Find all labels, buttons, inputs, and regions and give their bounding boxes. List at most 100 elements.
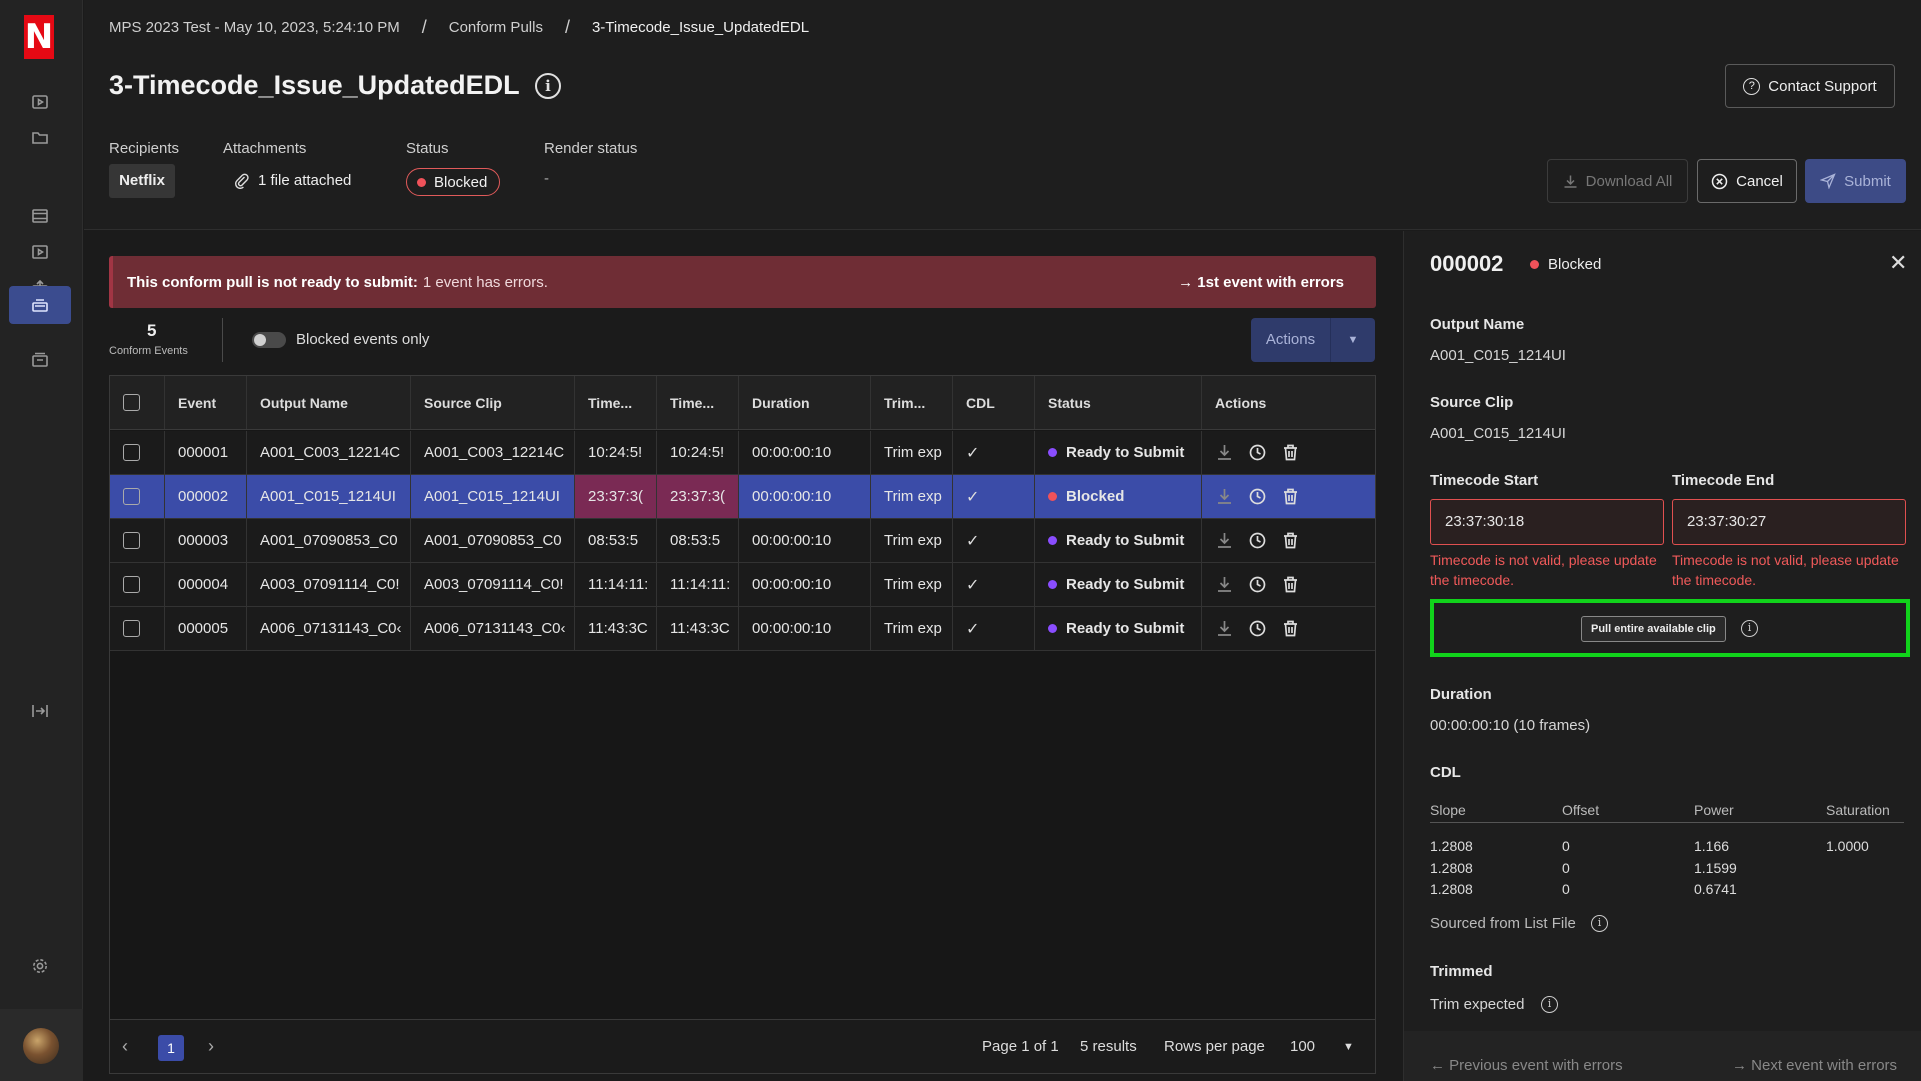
download-icon[interactable] (1215, 575, 1234, 594)
avatar[interactable] (23, 1028, 59, 1064)
cdl-value: 0 (1562, 860, 1570, 876)
media-icon[interactable] (9, 233, 71, 271)
row-checkbox[interactable] (123, 488, 140, 505)
actions-label[interactable]: Actions (1251, 318, 1331, 362)
prev-page-button[interactable]: ‹ (122, 1036, 128, 1057)
table-row-selected[interactable]: 000002 A001_C015_1214UI A001_C015_1214UI… (110, 475, 1375, 519)
attachments-link[interactable]: 1 file attached (234, 172, 351, 189)
film-icon[interactable] (9, 197, 71, 235)
close-icon[interactable]: ✕ (1889, 250, 1907, 276)
table-row[interactable]: 000003 A001_07090853_C0 A001_07090853_C0… (110, 519, 1375, 563)
breadcrumb-project[interactable]: MPS 2023 Test - May 10, 2023, 5:24:10 PM (109, 19, 400, 36)
col-header-timecode-end[interactable]: Time... (657, 376, 739, 429)
cancel-label: Cancel (1736, 172, 1783, 190)
trash-icon[interactable] (1281, 443, 1300, 462)
info-icon[interactable]: i (1591, 915, 1608, 932)
netflix-logo[interactable]: N (24, 15, 54, 59)
col-header-source-clip[interactable]: Source Clip (411, 376, 575, 429)
cell-output-name: A001_C003_12214C (247, 431, 411, 474)
download-icon[interactable] (1215, 443, 1234, 462)
conform-icon[interactable] (9, 286, 71, 324)
pull-entire-clip-button[interactable]: Pull entire available clip (1581, 616, 1726, 642)
row-checkbox[interactable] (123, 444, 140, 461)
cancel-button[interactable]: Cancel (1697, 159, 1797, 203)
cell-trim: Trim exp (871, 431, 953, 474)
submit-button[interactable]: Submit (1805, 159, 1906, 203)
info-icon[interactable]: i (535, 73, 561, 99)
timecode-start-error: Timecode is not valid, please update the… (1430, 552, 1657, 588)
status-text: Ready to Submit (1066, 444, 1185, 461)
col-header-cdl[interactable]: CDL (953, 376, 1035, 429)
chevron-down-icon[interactable]: ▼ (1343, 1041, 1354, 1053)
cell-output-name: A003_07091114_C0! (247, 563, 411, 606)
trash-icon[interactable] (1281, 487, 1300, 506)
cell-timecode-start: 11:14:11: (575, 563, 657, 606)
settings-icon[interactable] (9, 947, 71, 985)
history-icon[interactable] (1248, 443, 1267, 462)
actions-menu-button[interactable]: Actions ▼ (1251, 318, 1375, 362)
select-all-checkbox[interactable] (123, 394, 140, 411)
cell-event: 000005 (165, 607, 247, 650)
download-icon[interactable] (1215, 531, 1234, 550)
page-number-button[interactable]: 1 (158, 1035, 184, 1061)
timecode-end-input[interactable]: 23:37:30:27 (1672, 499, 1906, 545)
cell-event: 000004 (165, 563, 247, 606)
next-page-button[interactable]: › (208, 1036, 214, 1057)
row-checkbox[interactable] (123, 620, 140, 637)
cell-status: Ready to Submit (1035, 519, 1202, 562)
table-header: Event Output Name Source Clip Time... Ti… (110, 376, 1375, 430)
download-icon[interactable] (1215, 487, 1234, 506)
timecode-start-input[interactable]: 23:37:30:18 (1430, 499, 1664, 545)
table-row[interactable]: 000005 A006_07131143_C0‹ A006_07131143_C… (110, 607, 1375, 651)
timecode-start-label: Timecode Start (1430, 472, 1539, 489)
folder-icon[interactable] (9, 119, 71, 157)
col-header-timecode-start[interactable]: Time... (575, 376, 657, 429)
render-status-label: Render status (544, 140, 638, 157)
previous-error-label: Previous event with errors (1449, 1057, 1623, 1074)
table-row[interactable]: 000004 A003_07091114_C0! A003_07091114_C… (110, 563, 1375, 607)
sourced-from-label: Sourced from List File (1430, 915, 1576, 932)
col-header-duration[interactable]: Duration (739, 376, 871, 429)
page-indicator: Page 1 of 1 (982, 1038, 1059, 1055)
history-icon[interactable] (1248, 575, 1267, 594)
event-status-badge: Blocked (1530, 256, 1601, 273)
history-icon[interactable] (1248, 531, 1267, 550)
trash-icon[interactable] (1281, 531, 1300, 550)
info-icon[interactable]: i (1541, 996, 1558, 1013)
row-checkbox[interactable] (123, 532, 140, 549)
cell-actions (1202, 431, 1375, 474)
status-badge: Blocked (406, 168, 501, 196)
previous-error-button[interactable]: ← Previous event with errors (1430, 1057, 1623, 1074)
rows-per-page-select[interactable]: 100 (1290, 1038, 1315, 1055)
collapse-icon[interactable] (9, 692, 71, 730)
download-all-button[interactable]: Download All (1547, 159, 1688, 203)
trash-icon[interactable] (1281, 575, 1300, 594)
table-row[interactable]: 000001 A001_C003_12214C A001_C003_12214C… (110, 431, 1375, 475)
archive-icon[interactable] (9, 341, 71, 379)
col-header-status[interactable]: Status (1035, 376, 1202, 429)
col-header-output-name[interactable]: Output Name (247, 376, 411, 429)
next-error-button[interactable]: → Next event with errors (1732, 1057, 1897, 1074)
output-name-label: Output Name (1430, 316, 1525, 333)
info-icon[interactable]: i (1741, 620, 1758, 637)
download-icon[interactable] (1215, 619, 1234, 638)
user-menu[interactable] (0, 1009, 83, 1081)
col-header-event[interactable]: Event (165, 376, 247, 429)
cell-timecode-start: 08:53:5 (575, 519, 657, 562)
banner-title: This conform pull is not ready to submit… (127, 273, 418, 291)
history-icon[interactable] (1248, 619, 1267, 638)
breadcrumb-conform-pulls[interactable]: Conform Pulls (449, 19, 543, 36)
cell-status: Ready to Submit (1035, 431, 1202, 474)
play-icon[interactable] (9, 83, 71, 121)
blocked-only-toggle[interactable] (252, 332, 286, 348)
first-error-link[interactable]: → 1st event with errors (1178, 274, 1344, 291)
row-checkbox[interactable] (123, 576, 140, 593)
col-header-trim[interactable]: Trim... (871, 376, 953, 429)
trash-icon[interactable] (1281, 619, 1300, 638)
cell-output-name: A006_07131143_C0‹ (247, 607, 411, 650)
chevron-down-icon[interactable]: ▼ (1331, 318, 1375, 362)
trimmed-value: Trim expected (1430, 996, 1525, 1013)
contact-support-button[interactable]: ? Contact Support (1725, 64, 1895, 108)
attachments-value: 1 file attached (258, 172, 352, 189)
history-icon[interactable] (1248, 487, 1267, 506)
